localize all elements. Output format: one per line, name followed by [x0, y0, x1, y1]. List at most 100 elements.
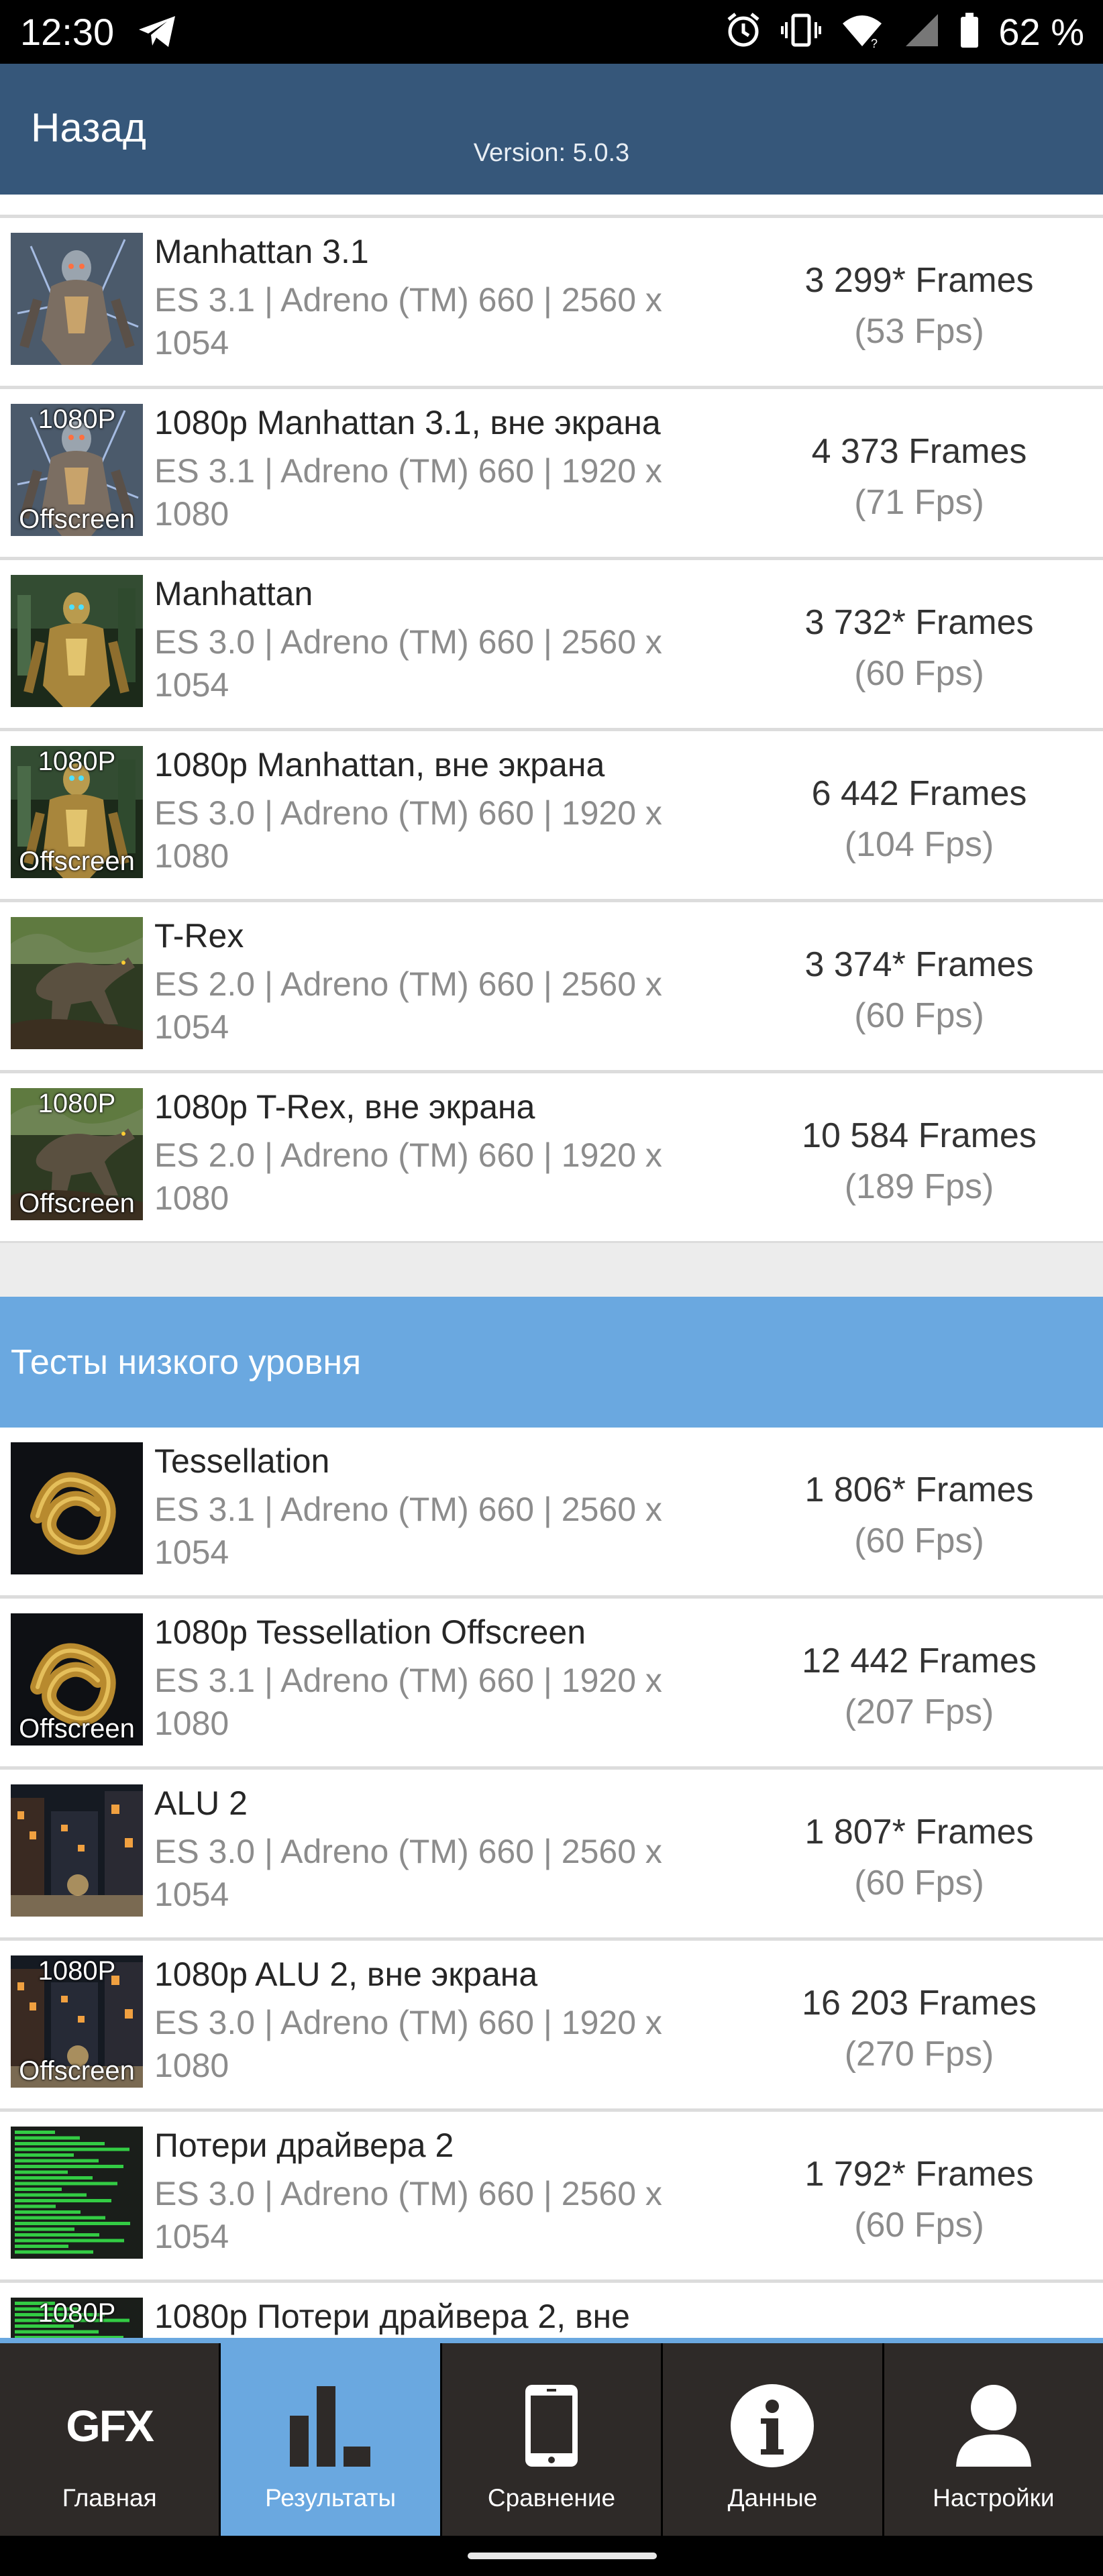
battery-percent: 62 %	[998, 11, 1084, 53]
test-score: 12 442 Frames	[802, 1642, 1037, 1680]
test-thumbnail	[11, 233, 143, 365]
phone-icon	[442, 2380, 661, 2471]
test-title: ALU 2	[154, 1784, 248, 1822]
result-row[interactable]: Tessellation ES 3.1 | Adreno (TM) 660 | 2…	[0, 1428, 1103, 1599]
status-time: 12:30	[20, 11, 115, 53]
result-row[interactable]: T-Rex ES 2.0 | Adreno (TM) 660 | 2560 x 1…	[0, 902, 1103, 1073]
result-row[interactable]: Offscreen 1080p Tessellation Offscreen ES …	[0, 1599, 1103, 1770]
resolution-badge: 1080P	[38, 1956, 116, 1986]
result-row[interactable]: 1080P Offscreen 1080p Manhattan, вне экран…	[0, 731, 1103, 902]
wifi-icon: ?	[840, 11, 884, 52]
test-score: 4 373 Frames	[811, 432, 1027, 471]
test-thumbnail	[11, 917, 143, 1049]
test-thumbnail	[11, 575, 143, 707]
svg-text:?: ?	[871, 37, 878, 49]
nav-label: Главная	[62, 2484, 157, 2512]
result-row[interactable]: 1080P Offscreen 1080p T-Rex, вне экрана ES …	[0, 1073, 1103, 1244]
offscreen-badge: Offscreen	[19, 504, 135, 534]
test-thumbnail	[11, 2127, 143, 2259]
nav-item-settings[interactable]: Настройки	[884, 2343, 1103, 2536]
test-title: 1080p Manhattan, вне экрана	[154, 746, 605, 784]
test-fps: (60 Fps)	[854, 1521, 984, 1560]
test-thumbnail: 1080P	[11, 2298, 143, 2338]
resolution-badge: 1080P	[38, 1089, 116, 1118]
signal-icon	[903, 11, 941, 52]
test-score: 3 299* Frames	[804, 261, 1034, 300]
test-fps: (60 Fps)	[854, 654, 984, 693]
nav-label: Сравнение	[487, 2484, 616, 2512]
section-spacer	[0, 1243, 1103, 1297]
test-title: Потери драйвера 2	[154, 2127, 454, 2164]
test-config: ES 3.0 | Adreno (TM) 660 | 2560 x 1054	[154, 623, 662, 704]
test-title: T-Rex	[154, 917, 244, 955]
test-config: ES 3.0 | Adreno (TM) 660 | 1920 x 1080	[154, 794, 662, 875]
home-gesture-handle[interactable]	[468, 2553, 657, 2559]
test-fps: (189 Fps)	[844, 1167, 994, 1206]
nav-item-data[interactable]: Данные	[663, 2343, 884, 2536]
battery-icon	[959, 11, 980, 52]
test-score: 3 374* Frames	[804, 945, 1034, 984]
nav-item-results[interactable]: Результаты	[221, 2343, 442, 2536]
test-fps: (60 Fps)	[854, 2206, 984, 2245]
test-score: 1 792* Frames	[804, 2155, 1034, 2194]
test-title: Tessellation	[154, 1442, 330, 1480]
test-config: ES 3.1 | Adreno (TM) 660 | 2560 x 1054	[154, 1491, 662, 1571]
result-row[interactable]: 1080P Offscreen 1080p ALU 2, вне экрана ES …	[0, 1941, 1103, 2112]
test-thumbnail: 1080P Offscreen	[11, 1088, 143, 1220]
result-row[interactable]: ALU 2 ES 3.0 | Adreno (TM) 660 | 2560 x 1…	[0, 1770, 1103, 1941]
nav-item-home[interactable]: GFX Главная	[0, 2343, 221, 2536]
test-score: 6 442 Frames	[811, 774, 1027, 813]
results-list[interactable]: Manhattan 3.1 ES 3.1 | Adreno (TM) 660 | …	[0, 195, 1103, 2338]
offscreen-badge: Offscreen	[19, 1714, 135, 1743]
test-fps: (71 Fps)	[854, 483, 984, 522]
section-header-low-level: Тесты низкого уровня	[0, 1297, 1103, 1428]
user-icon	[884, 2380, 1103, 2471]
offscreen-badge: Offscreen	[19, 2056, 135, 2086]
nav-label: Настройки	[933, 2484, 1055, 2512]
vibrate-icon	[781, 11, 822, 52]
test-config: ES 3.0 | Adreno (TM) 660 | 1920 x 1080	[154, 2004, 662, 2084]
app-header: Назад Version: 5.0.3	[0, 64, 1103, 195]
resolution-badge: 1080P	[38, 405, 116, 434]
gesture-bar	[0, 2536, 1103, 2576]
test-thumbnail: 1080P Offscreen	[11, 746, 143, 878]
test-title: 1080p T-Rex, вне экрана	[154, 1088, 535, 1126]
version-label: Version: 5.0.3	[473, 139, 630, 167]
result-row[interactable]: Manhattan 3.1 ES 3.1 | Adreno (TM) 660 | …	[0, 218, 1103, 389]
test-thumbnail	[11, 1442, 143, 1574]
offscreen-badge: Offscreen	[19, 1189, 135, 1218]
test-title: Manhattan	[154, 575, 313, 612]
result-row[interactable]: Manhattan ES 3.0 | Adreno (TM) 660 | 2560…	[0, 560, 1103, 731]
result-row[interactable]: Потери драйвера 2 ES 3.0 | Adreno (TM) 66…	[0, 2112, 1103, 2283]
test-title: 1080p Потери драйвера 2, вне	[154, 2298, 630, 2335]
nav-item-compare[interactable]: Сравнение	[442, 2343, 664, 2536]
test-config: ES 2.0 | Adreno (TM) 660 | 1920 x 1080	[154, 1136, 662, 1217]
test-fps: (53 Fps)	[854, 312, 984, 351]
test-thumbnail	[11, 1784, 143, 1917]
test-fps: (207 Fps)	[844, 1693, 994, 1731]
resolution-badge: 1080P	[38, 747, 116, 776]
test-config: ES 2.0 | Adreno (TM) 660 | 2560 x 1054	[154, 965, 662, 1046]
info-icon	[663, 2380, 882, 2471]
result-row[interactable]: 1080P 1080p Потери драйвера 2, вне	[0, 2283, 1103, 2338]
section-title: Тесты низкого уровня	[11, 1343, 362, 1382]
test-thumbnail: 1080P Offscreen	[11, 1955, 143, 2088]
test-config: ES 3.0 | Adreno (TM) 660 | 2560 x 1054	[154, 2175, 662, 2255]
resolution-badge: 1080P	[38, 2298, 116, 2328]
result-row[interactable]: 1080P Offscreen 1080p Manhattan 3.1, вне э…	[0, 389, 1103, 560]
test-title: Manhattan 3.1	[154, 233, 369, 270]
test-score: 1 807* Frames	[804, 1813, 1034, 1851]
test-fps: (104 Fps)	[844, 825, 994, 864]
test-thumbnail: Offscreen	[11, 1613, 143, 1746]
offscreen-badge: Offscreen	[19, 847, 135, 876]
gfx-logo-icon: GFX	[66, 2400, 154, 2451]
alarm-icon	[725, 11, 762, 52]
test-fps: (60 Fps)	[854, 1864, 984, 1902]
nav-label: Результаты	[265, 2484, 397, 2512]
bar-chart-icon	[221, 2380, 439, 2471]
test-config: ES 3.1 | Adreno (TM) 660 | 1920 x 1080	[154, 1662, 662, 1742]
status-icons: ? 62 %	[725, 7, 1084, 57]
test-score: 1 806* Frames	[804, 1470, 1034, 1509]
test-config: ES 3.0 | Adreno (TM) 660 | 2560 x 1054	[154, 1833, 662, 1913]
nav-label: Данные	[727, 2484, 818, 2512]
